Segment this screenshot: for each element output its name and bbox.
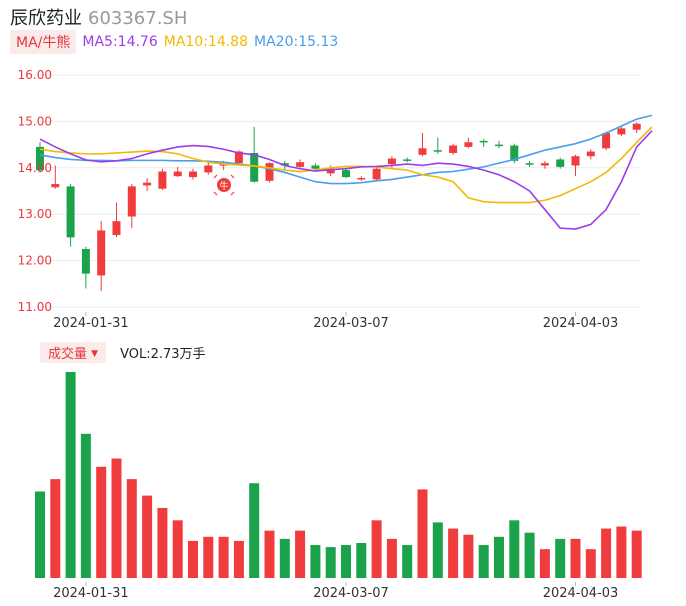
- volume-bar: [448, 528, 459, 578]
- candle-body: [81, 249, 90, 274]
- y-tick-label: 14.00: [18, 161, 52, 175]
- volume-bar: [50, 479, 61, 578]
- svg-text:牛: 牛: [219, 180, 228, 192]
- candle-body: [311, 165, 320, 169]
- candle-body: [433, 150, 442, 152]
- volume-bar: [539, 549, 550, 578]
- candle-body: [617, 128, 626, 135]
- volume-bar: [218, 536, 229, 578]
- volume-bar: [402, 545, 413, 578]
- price-axis: 16.00 15.00 14.00 13.00 12.00 11.00: [18, 68, 52, 314]
- volume-bar: [356, 542, 367, 578]
- candle-body: [556, 159, 565, 167]
- candle-body: [540, 163, 549, 166]
- candle-body: [464, 142, 473, 147]
- volume-bar: [463, 534, 474, 578]
- candle-body: [189, 171, 197, 178]
- volume-bar: [386, 538, 397, 578]
- volume-bar: [509, 520, 520, 578]
- candle-body: [479, 140, 488, 143]
- candle-body: [403, 159, 412, 161]
- volume-bars: [35, 372, 642, 578]
- volume-bar: [524, 532, 535, 578]
- y-tick-label: 13.00: [18, 207, 52, 221]
- y-tick-label: 15.00: [18, 114, 52, 128]
- volume-bar: [188, 540, 198, 578]
- volume-bar: [249, 483, 260, 578]
- volume-bar: [432, 522, 443, 578]
- volume-bar: [264, 530, 275, 578]
- volume-bar: [157, 507, 168, 578]
- candle-body: [342, 170, 350, 178]
- date-axis-top: 2024-01-31 2024-03-07 2024-04-03: [53, 312, 618, 331]
- x-tick-label: 2024-01-31: [53, 316, 129, 331]
- volume-bar: [341, 545, 351, 578]
- candle-body: [296, 162, 305, 167]
- candle-body: [495, 144, 503, 147]
- date-axis-bottom: 2024-01-31 2024-03-07 2024-04-03: [53, 582, 618, 601]
- candle-body: [586, 151, 595, 157]
- candle-body: [632, 123, 641, 130]
- volume-bar: [65, 372, 76, 578]
- volume-bar: [570, 538, 581, 578]
- candle-body: [449, 145, 458, 153]
- volume-bar: [111, 458, 122, 578]
- volume-bar: [279, 538, 290, 578]
- x-tick-label: 2024-03-07: [313, 316, 389, 331]
- y-tick-label: 12.00: [18, 254, 52, 268]
- volume-bar: [601, 528, 612, 578]
- candle-body: [97, 230, 106, 276]
- volume-bar: [616, 526, 627, 578]
- candle-body: [571, 156, 580, 166]
- candle-body: [204, 165, 213, 173]
- volume-bar: [233, 540, 244, 578]
- volume-bar: [478, 545, 489, 578]
- candle-body: [143, 182, 152, 186]
- volume-bar: [494, 536, 504, 578]
- y-tick-label: 16.00: [18, 68, 52, 82]
- candle-body: [158, 171, 167, 189]
- price-grid: [30, 74, 640, 308]
- x-tick-label: 2024-01-31: [53, 586, 129, 601]
- volume-bar: [203, 536, 214, 578]
- x-tick-label: 2024-04-03: [543, 586, 619, 601]
- y-tick-label: 11.00: [18, 300, 52, 314]
- stock-chart: 16.00 15.00 14.00 13.00 12.00 11.00 2024-01-3…: [18, 68, 653, 601]
- candle-body: [250, 152, 259, 182]
- candle-body: [372, 168, 381, 180]
- candle-body: [173, 171, 182, 177]
- candle-body: [127, 186, 136, 217]
- volume-bar: [631, 530, 642, 578]
- candle-body: [387, 158, 396, 165]
- volume-bar: [417, 489, 428, 578]
- candle-body: [265, 163, 274, 181]
- volume-bar: [325, 547, 336, 578]
- volume-bar: [35, 491, 45, 578]
- volume-bar: [80, 433, 91, 578]
- x-tick-label: 2024-03-07: [313, 586, 389, 601]
- volume-bar: [142, 495, 153, 578]
- candle-body: [525, 163, 534, 165]
- volume-bar: [585, 549, 596, 578]
- x-tick-label: 2024-04-03: [543, 316, 619, 331]
- volume-bar: [96, 466, 107, 578]
- volume-bar: [126, 479, 137, 578]
- candle-body: [66, 186, 75, 238]
- volume-bar: [172, 520, 183, 578]
- volume-bar: [310, 545, 321, 578]
- bull-bear-icon[interactable]: 牛: [213, 174, 235, 196]
- candle-body: [112, 221, 121, 236]
- candle-body: [51, 184, 60, 188]
- volume-bar: [295, 530, 306, 578]
- candle-body: [418, 148, 427, 155]
- candlesticks: [36, 122, 641, 291]
- volume-bar: [555, 538, 566, 578]
- volume-bar: [371, 520, 382, 578]
- candle-body: [357, 178, 366, 180]
- candle-body: [602, 133, 611, 149]
